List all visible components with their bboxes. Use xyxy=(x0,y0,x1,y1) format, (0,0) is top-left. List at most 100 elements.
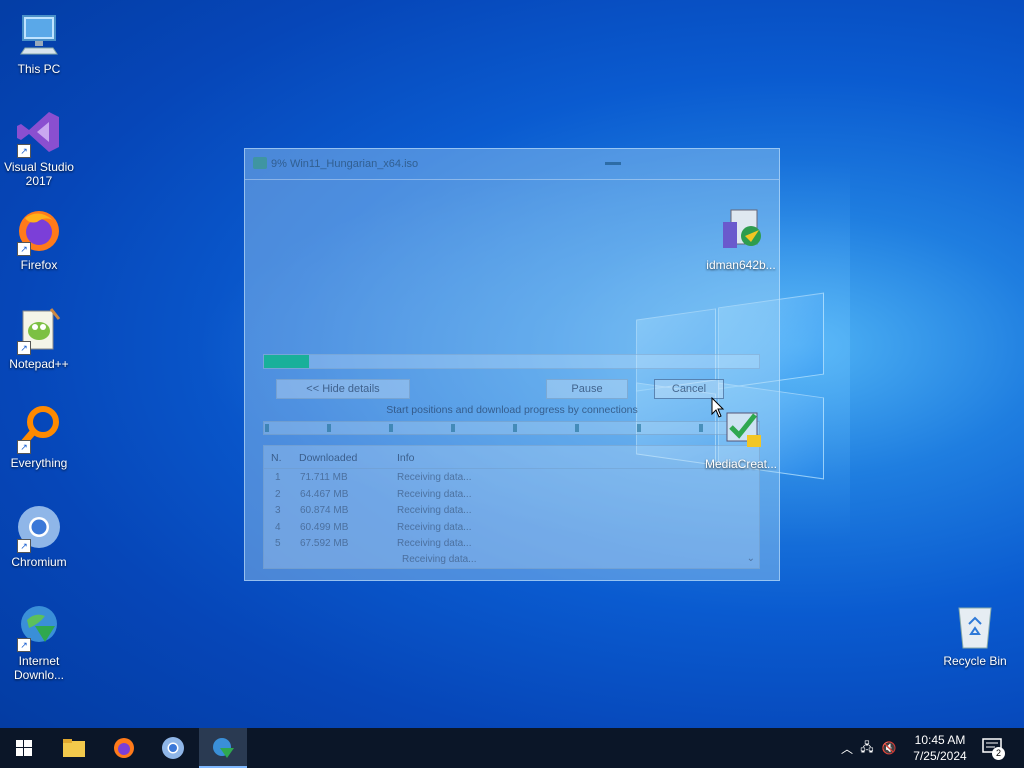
connection-marker xyxy=(513,424,517,432)
title-separator xyxy=(245,179,779,180)
shortcut-arrow-icon: ↗ xyxy=(17,539,31,553)
notification-center-button[interactable]: 2 xyxy=(980,736,1006,760)
connections-table: N. Downloaded Info 1 71.711 MB Receiving… xyxy=(263,445,760,569)
desktop-icon-label: Visual Studio 2017 xyxy=(4,160,74,188)
connection-marker xyxy=(389,424,393,432)
system-tray: ︿ 🖧 🔇 xyxy=(838,728,900,768)
row-downloaded: 60.874 MB xyxy=(300,505,349,516)
connection-marker xyxy=(327,424,331,432)
column-header-info[interactable]: Info xyxy=(397,452,415,464)
desktop-icon-visual-studio[interactable]: ↗ Visual Studio 2017 xyxy=(1,108,77,188)
desktop-icon-label: idman642b... xyxy=(706,258,776,272)
desktop-icon-label: Firefox xyxy=(20,258,58,272)
start-button[interactable] xyxy=(0,728,48,768)
connection-marker xyxy=(265,424,269,432)
desktop-icon-idman-installer[interactable]: idman642b... xyxy=(703,206,779,272)
column-header-n[interactable]: N. xyxy=(271,452,282,464)
clock-time: 10:45 AM xyxy=(914,733,966,747)
idm-globe-icon: ↗ xyxy=(15,602,63,652)
notification-count-badge: 2 xyxy=(992,747,1005,760)
table-row[interactable]: 2 64.467 MB Receiving data... xyxy=(264,489,759,505)
firefox-icon xyxy=(114,738,134,758)
connections-progress-bar xyxy=(263,421,760,435)
row-downloaded: 60.499 MB xyxy=(300,522,349,533)
taskbar-internet-download-manager[interactable] xyxy=(199,728,247,768)
taskbar-chromium[interactable] xyxy=(149,728,197,768)
desktop-icon-chromium[interactable]: ↗ Chromium xyxy=(1,503,77,569)
row-number: 3 xyxy=(275,505,281,516)
row-downloaded: 71.711 MB xyxy=(300,472,348,483)
row-number: 4 xyxy=(275,522,281,533)
desktop-icon-label: This PC xyxy=(17,62,61,76)
row-info: Receiving data... xyxy=(397,472,472,483)
download-progress-dialog[interactable]: 9% Win11_Hungarian_x64.iso << Hide detai… xyxy=(244,148,780,581)
row-info: Receiving data... xyxy=(402,554,477,565)
scroll-down-icon[interactable]: ⌄ xyxy=(747,553,755,564)
desktop-icon-label: Notepad++ xyxy=(9,357,69,371)
connections-label: Start positions and download progress by… xyxy=(386,404,638,416)
show-hidden-icons-chevron-up-icon[interactable]: ︿ xyxy=(838,740,856,757)
idm-globe-icon xyxy=(213,738,234,758)
taskbar: ︿ 🖧 🔇 10:45 AM 7/25/2024 2 xyxy=(0,728,1024,768)
table-row[interactable]: 4 60.499 MB Receiving data... xyxy=(264,522,759,538)
desktop-icon-notepadpp[interactable]: ↗ Notepad++ xyxy=(1,305,77,371)
download-progress-bar xyxy=(263,354,760,369)
shortcut-arrow-icon: ↗ xyxy=(17,242,31,256)
desktop-icon-label: Chromium xyxy=(11,555,67,569)
recycle-bin-icon xyxy=(951,602,999,650)
windows-start-icon xyxy=(16,740,32,756)
row-info: Receiving data... xyxy=(397,489,472,500)
visual-studio-icon: ↗ xyxy=(15,108,63,158)
table-row[interactable]: 3 60.874 MB Receiving data... xyxy=(264,505,759,521)
cancel-button[interactable]: Cancel xyxy=(654,379,724,399)
chromium-icon xyxy=(162,737,184,759)
desktop-icon-label: Everything xyxy=(10,456,68,470)
computer-icon xyxy=(15,10,63,58)
row-info: Receiving data... xyxy=(397,538,472,549)
hide-details-button[interactable]: << Hide details xyxy=(276,379,410,399)
row-info: Receiving data... xyxy=(397,522,472,533)
installer-icon xyxy=(717,206,765,254)
desktop-icon-internet-download-manager[interactable]: ↗ Internet Downlo... xyxy=(1,602,77,682)
minimize-tray-icon[interactable] xyxy=(605,162,621,165)
shortcut-arrow-icon: ↗ xyxy=(17,144,31,158)
table-row[interactable]: Receiving data... xyxy=(264,554,759,570)
taskbar-file-explorer[interactable] xyxy=(50,728,98,768)
clock-date: 7/25/2024 xyxy=(913,749,967,763)
clock[interactable]: 10:45 AM 7/25/2024 xyxy=(905,732,975,764)
connection-marker xyxy=(451,424,455,432)
table-row[interactable]: 5 67.592 MB Receiving data... xyxy=(264,538,759,554)
row-info: Receiving data... xyxy=(397,505,472,516)
taskbar-firefox[interactable] xyxy=(100,728,148,768)
shortcut-arrow-icon: ↗ xyxy=(17,638,31,652)
desktop-icon-label: Internet Downlo... xyxy=(13,654,65,682)
desktop-icon-everything[interactable]: ↗ Everything xyxy=(1,404,77,470)
dialog-title: 9% Win11_Hungarian_x64.iso xyxy=(271,158,419,170)
chromium-icon: ↗ xyxy=(15,503,63,553)
desktop-icon-firefox[interactable]: ↗ Firefox xyxy=(1,206,77,272)
row-downloaded: 67.592 MB xyxy=(300,538,349,549)
folder-icon xyxy=(63,739,85,757)
desktop-icon-label: Recycle Bin xyxy=(943,654,1007,668)
volume-muted-icon[interactable]: 🔇 xyxy=(878,741,900,755)
row-number: 5 xyxy=(275,538,281,549)
notepadpp-icon: ↗ xyxy=(15,305,63,355)
firefox-icon: ↗ xyxy=(15,206,63,256)
table-row[interactable]: 1 71.711 MB Receiving data... xyxy=(264,472,759,488)
desktop-icon-recycle-bin[interactable]: Recycle Bin xyxy=(937,602,1013,668)
desktop-icon-this-pc[interactable]: This PC xyxy=(1,10,77,76)
table-header: N. Downloaded Info xyxy=(264,446,759,469)
magnifier-icon: ↗ xyxy=(15,404,63,454)
row-number: 1 xyxy=(275,472,281,483)
network-icon[interactable]: 🖧 xyxy=(856,738,878,759)
row-downloaded: 64.467 MB xyxy=(300,489,349,500)
pause-button[interactable]: Pause xyxy=(546,379,628,399)
desktop-icon-label: MediaCreat... xyxy=(704,457,778,471)
connection-marker xyxy=(637,424,641,432)
row-number: 2 xyxy=(275,489,281,500)
column-header-downloaded[interactable]: Downloaded xyxy=(299,452,357,464)
idm-app-icon xyxy=(253,157,267,169)
connection-marker xyxy=(575,424,579,432)
shortcut-arrow-icon: ↗ xyxy=(17,341,31,355)
download-progress-fill xyxy=(264,355,309,368)
